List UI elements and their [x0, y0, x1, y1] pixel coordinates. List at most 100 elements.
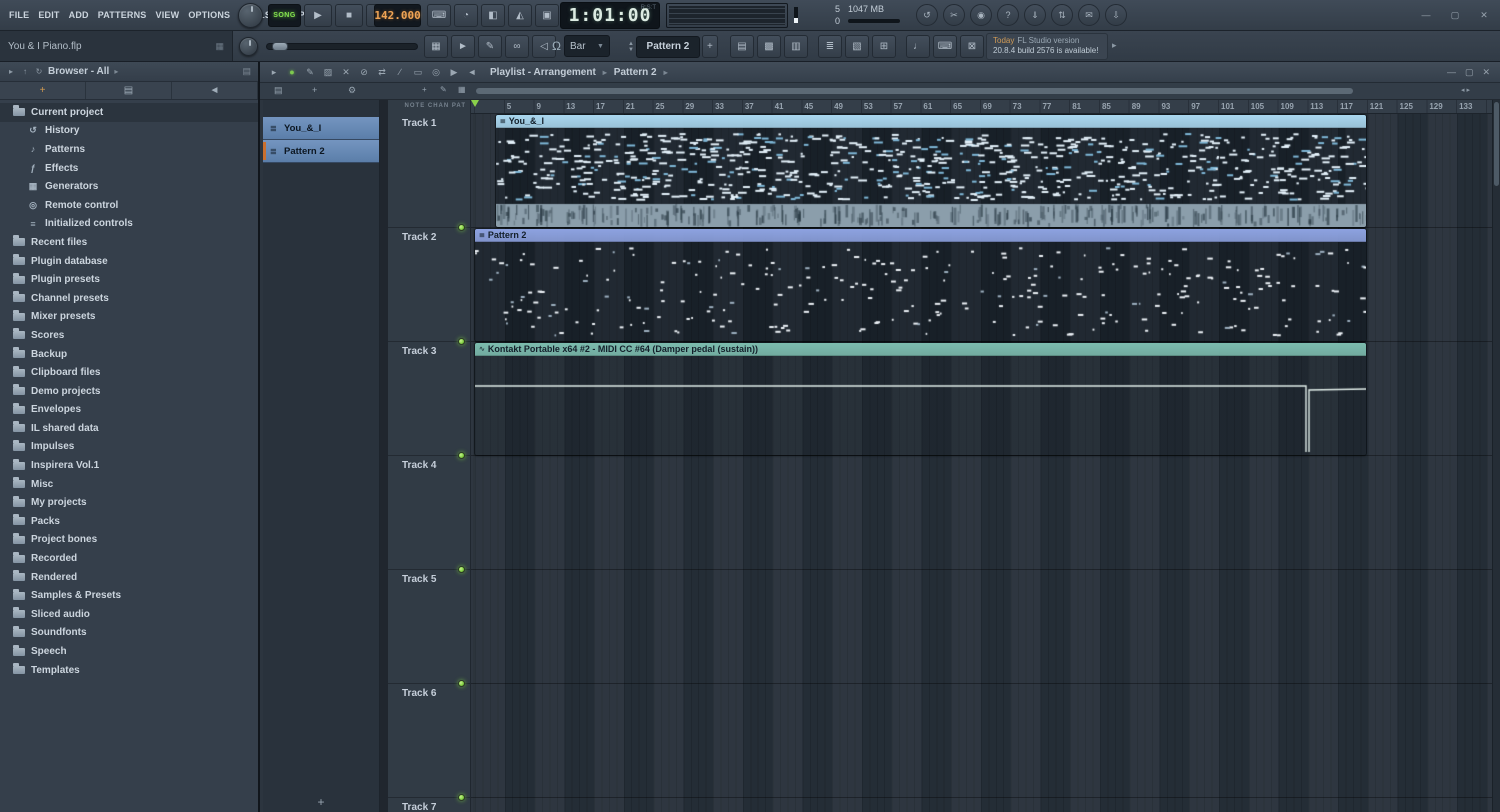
menu-edit[interactable]: EDIT — [34, 7, 63, 23]
picker-tools-icon[interactable]: ⚙ — [348, 85, 356, 96]
track-armed-led[interactable] — [458, 452, 465, 459]
update-notification[interactable]: Today FL Studio version 20.8.4 build 2576… — [986, 33, 1108, 60]
speaker-icon[interactable]: ◄ — [464, 67, 480, 78]
close-all-icon[interactable]: ⊠ — [960, 35, 984, 58]
maximize-icon[interactable]: ▢ — [1445, 7, 1465, 23]
vertical-scrollbar-handle[interactable] — [1494, 102, 1499, 186]
browser-item-packs[interactable]: Packs — [0, 512, 258, 531]
time-display[interactable]: 1:01:00 R:S:T — [560, 2, 660, 29]
track-name-track-1[interactable]: Track 1 — [402, 118, 436, 129]
browser-item-current-project[interactable]: Current project — [0, 103, 258, 122]
menu-options[interactable]: OPTIONS — [184, 7, 234, 23]
oscilloscope[interactable] — [666, 3, 788, 28]
browser-item-effects[interactable]: ƒ Effects — [0, 159, 258, 178]
browser-item-channel-presets[interactable]: Channel presets — [0, 289, 258, 308]
master-pitch-knob[interactable] — [239, 37, 258, 56]
paint-tool-icon[interactable]: ▨ — [320, 67, 336, 78]
maximize-icon[interactable]: ▢ — [1465, 67, 1474, 78]
browser-refresh-icon[interactable]: ↻ — [32, 67, 46, 76]
track-armed-led[interactable] — [458, 794, 465, 801]
track-armed-led[interactable] — [458, 338, 465, 345]
link-icon[interactable]: ∞ — [505, 35, 529, 58]
pattern-spinner[interactable]: ▲ ▼ — [628, 41, 634, 53]
browser-item-demo-projects[interactable]: Demo projects — [0, 382, 258, 401]
clip-kontakt-portable-x64-2-midi-cc-64-damper-pedal-sustain[interactable]: ∿ Kontakt Portable x64 #2 - MIDI CC #64 (… — [475, 343, 1366, 455]
picker-add-icon[interactable]: + — [312, 85, 317, 95]
slide-icon[interactable]: ✎ — [478, 35, 502, 58]
timeline-ruler[interactable]: 5 9 13 17 21 25 29 33 37 41 45 49 53 57 61 65 69 73 77 81 85… — [471, 100, 1492, 114]
browser-item-rendered[interactable]: Rendered — [0, 568, 258, 587]
browser-plus-icon[interactable]: + — [0, 82, 86, 99]
countdown-icon[interactable]: ◔ — [454, 4, 478, 27]
browser-item-speech[interactable]: Speech — [0, 642, 258, 661]
picker-add-button[interactable]: + — [263, 795, 379, 809]
browser-item-patterns[interactable]: ♪ Patterns — [0, 140, 258, 159]
picker-splitter[interactable] — [380, 100, 388, 812]
browser-item-scores[interactable]: Scores — [0, 326, 258, 345]
browser-up-icon[interactable]: ↑ — [18, 67, 32, 76]
blend-notes-icon[interactable]: ◧ — [481, 4, 505, 27]
browser-collapse-icon[interactable]: ▸ — [4, 67, 18, 76]
playlist-titlebar[interactable]: ▸ ● ✎ ▨ ✕ ⊘ ⇄ ∕ ▭ ◎ ▶ ◄ Playlist - Arrangement ▸ Pa… — [260, 62, 1500, 83]
scroll-arrows-icon[interactable]: ◂▸ — [1461, 86, 1472, 94]
track-name-track-3[interactable]: Track 3 — [402, 346, 436, 357]
browser-panel-icon[interactable]: ▧ — [845, 35, 869, 58]
delete-tool-icon[interactable]: ✕ — [338, 67, 354, 78]
menu-patterns[interactable]: PATTERNS — [94, 7, 151, 23]
touch-keyboard-icon[interactable]: ⌨ — [933, 35, 957, 58]
pattern-item-pattern-2[interactable]: ≣ Pattern 2 — [263, 140, 379, 163]
add-pattern-button[interactable]: + — [701, 35, 718, 58]
mute-tool-icon[interactable]: ⊘ — [356, 67, 372, 78]
cut-icon[interactable]: ✂ — [943, 4, 965, 26]
piano-roll-icon[interactable]: ▩ — [757, 35, 781, 58]
wait-input-icon[interactable]: ▣ — [535, 4, 559, 27]
save-icon[interactable]: ⇓ — [1024, 4, 1046, 26]
browser-item-soundfonts[interactable]: Soundfonts — [0, 624, 258, 643]
clip-pattern-2[interactable]: ≣ Pattern 2 — [475, 229, 1366, 341]
browser-item-sliced-audio[interactable]: Sliced audio — [0, 605, 258, 624]
menu-add[interactable]: ADD — [65, 7, 93, 23]
step-grid-icon[interactable]: ▦ — [424, 35, 448, 58]
track-name-track-5[interactable]: Track 5 — [402, 574, 436, 585]
tracks-layer[interactable]: ≣ You_&_I ≣ Pattern 2 ∿ Kontakt Portable x64 … — [471, 114, 1492, 812]
browser-item-inspirera-vol-1[interactable]: Inspirera Vol.1 — [0, 456, 258, 475]
speaker-icon[interactable]: ◄ — [172, 82, 258, 99]
browser-item-generators[interactable]: ▦ Generators — [0, 177, 258, 196]
vertical-scrollbar[interactable] — [1492, 100, 1500, 812]
select-tool-icon[interactable]: ▭ — [410, 67, 426, 78]
browser-item-templates[interactable]: Templates — [0, 661, 258, 680]
browser-item-backup[interactable]: Backup — [0, 345, 258, 364]
track-armed-led[interactable] — [458, 566, 465, 573]
track-name-track-7[interactable]: Track 7 — [402, 802, 436, 812]
browser-item-mixer-presets[interactable]: Mixer presets — [0, 308, 258, 327]
browser-item-clipboard-files[interactable]: Clipboard files — [0, 363, 258, 382]
step-sequencer-icon[interactable]: ▥ — [784, 35, 808, 58]
pattern-selector[interactable]: Pattern 2 — [635, 35, 700, 58]
picker-piano-icon[interactable]: ▤ — [274, 85, 283, 96]
slip-tool-icon[interactable]: ⇄ — [374, 67, 390, 78]
browser-item-initialized-controls[interactable]: ≡ Initialized controls — [0, 215, 258, 234]
menu-icon[interactable]: ▸ — [266, 67, 282, 78]
menu-view[interactable]: VIEW — [152, 7, 184, 23]
track-armed-led[interactable] — [458, 224, 465, 231]
browser-item-my-projects[interactable]: My projects — [0, 493, 258, 512]
browser-item-project-bones[interactable]: Project bones — [0, 531, 258, 550]
track-armed-led[interactable] — [458, 680, 465, 687]
browser-item-recorded[interactable]: Recorded — [0, 549, 258, 568]
mic-icon[interactable]: ◉ — [970, 4, 992, 26]
stop-button[interactable]: ■ — [335, 4, 363, 27]
browser-item-remote-control[interactable]: ◎ Remote control — [0, 196, 258, 215]
track-name-track-6[interactable]: Track 6 — [402, 688, 436, 699]
browser-item-history[interactable]: ↺ History — [0, 122, 258, 141]
volume-slider-handle[interactable] — [272, 42, 288, 51]
browser-item-il-shared-data[interactable]: IL shared data — [0, 419, 258, 438]
track-name-track-4[interactable]: Track 4 — [402, 460, 436, 471]
mixer-icon[interactable]: ≣ — [818, 35, 842, 58]
minimize-icon[interactable]: — — [1416, 7, 1436, 23]
tempo-display[interactable]: 142.000 — [374, 4, 421, 27]
browser-item-plugin-database[interactable]: Plugin database — [0, 252, 258, 271]
typing-keyboard-icon[interactable]: ⌨ — [427, 4, 451, 27]
browser-file-icon[interactable]: ▤ — [86, 82, 172, 99]
metronome-icon[interactable]: ◭ — [508, 4, 532, 27]
close-icon[interactable]: ✕ — [1482, 67, 1490, 78]
